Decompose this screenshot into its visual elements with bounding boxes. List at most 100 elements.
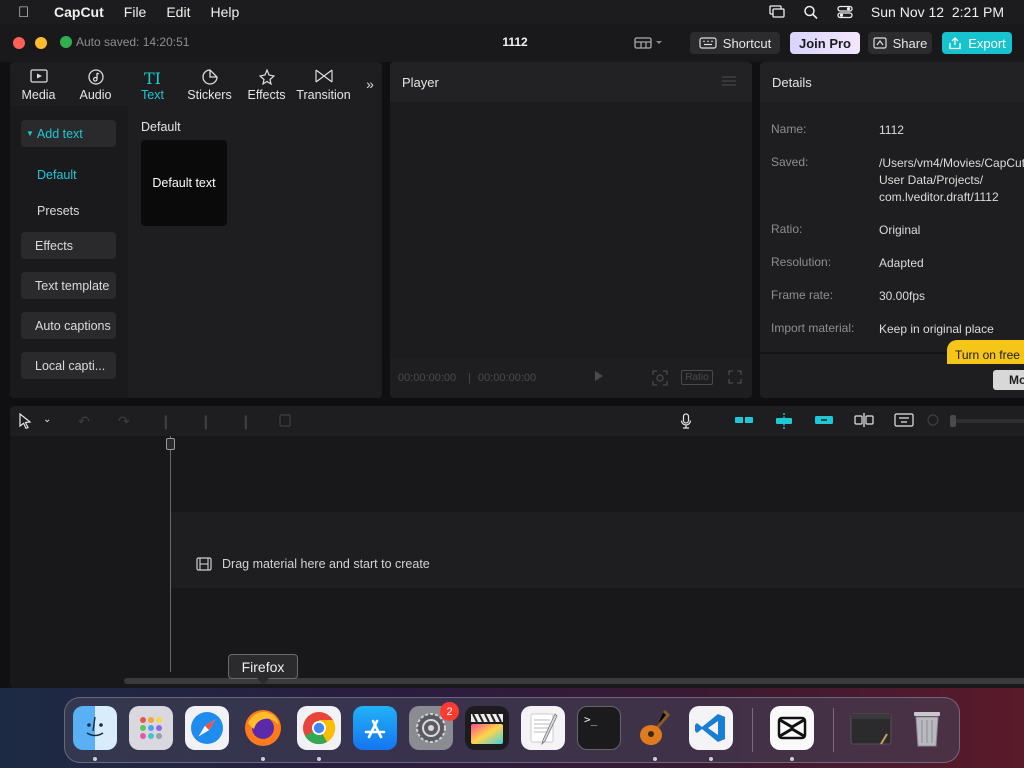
chrome-icon[interactable]	[297, 706, 341, 750]
sidenav-effects[interactable]: Effects	[21, 232, 116, 259]
sidenav-presets[interactable]: Presets	[37, 204, 79, 218]
finder-icon[interactable]	[73, 706, 117, 750]
auto-snapping-icon[interactable]	[774, 413, 794, 432]
textedit-icon[interactable]	[521, 706, 565, 750]
zoom-slider-handle[interactable]	[950, 415, 956, 427]
sidenav-text-template[interactable]: Text template	[21, 272, 116, 299]
menu-help[interactable]: Help	[210, 4, 239, 20]
zoom-timeline-icon[interactable]	[894, 413, 914, 430]
final-cut-pro-icon[interactable]	[465, 706, 509, 750]
redo-icon[interactable]: ↷	[118, 413, 130, 430]
apple-logo-icon[interactable]: 	[18, 4, 40, 21]
undo-icon[interactable]: ↶	[78, 413, 90, 430]
add-text-button[interactable]: ▼ Add text	[21, 120, 116, 147]
text-library-content: Default Default text	[128, 106, 382, 398]
more-tabs-icon[interactable]: »	[358, 62, 382, 106]
capcut-icon[interactable]	[770, 706, 814, 750]
detail-value: 30.00fps	[879, 289, 926, 303]
chevron-down-icon[interactable]: ⌄	[43, 414, 51, 425]
garageband-icon[interactable]	[633, 706, 677, 750]
share-label: Share	[892, 35, 928, 51]
dock-separator	[833, 708, 834, 752]
default-text-card[interactable]: Default text	[141, 140, 227, 226]
tab-text-label: Text	[141, 88, 164, 102]
split-left-icon[interactable]: ❙	[200, 413, 212, 430]
play-icon[interactable]	[594, 370, 604, 385]
section-title: Default	[141, 120, 181, 134]
microphone-icon[interactable]	[680, 413, 692, 432]
tab-audio[interactable]: Audio	[67, 62, 124, 106]
player-controls: 00:00:00:00 | 00:00:00:00 Ratio	[390, 358, 752, 398]
spotlight-search-icon[interactable]	[803, 5, 819, 20]
zoom-window-button[interactable]	[60, 36, 72, 48]
player-menu-icon[interactable]	[722, 75, 736, 90]
safari-icon[interactable]	[185, 706, 229, 750]
library-panel: Media Audio TI Text Stickers Effects Tra…	[10, 62, 382, 398]
firefox-running-dot	[261, 757, 265, 761]
trash-icon[interactable]	[905, 706, 949, 750]
vscode-icon[interactable]	[689, 706, 733, 750]
main-track-drop-zone[interactable]	[170, 512, 1024, 588]
drag-hint: Drag material here and start to create	[196, 557, 430, 571]
shortcut-button[interactable]: Shortcut	[690, 32, 780, 54]
detail-value: Keep in original place	[879, 322, 994, 336]
export-button[interactable]: Export	[942, 32, 1012, 54]
ratio-button[interactable]: Ratio	[681, 370, 713, 385]
firefox-icon[interactable]	[241, 706, 285, 750]
film-strip-icon	[196, 557, 212, 571]
menubar:  CapCut File Edit Help Sun Nov 12 2:21 …	[0, 0, 1024, 24]
tab-text[interactable]: TI Text	[124, 62, 181, 106]
player-canvas	[390, 102, 752, 358]
share-button[interactable]: Share	[868, 32, 932, 54]
app-store-icon[interactable]	[353, 706, 397, 750]
details-header: Details	[760, 62, 1024, 102]
split-right-icon[interactable]: ❙	[240, 413, 252, 430]
main-track-magnet-icon[interactable]	[734, 413, 754, 430]
share-icon	[873, 37, 887, 49]
fit-zoom-icon[interactable]	[652, 370, 668, 389]
player-header: Player	[390, 62, 752, 102]
detail-key: Name:	[771, 122, 807, 136]
detail-key: Resolution:	[771, 255, 832, 269]
split-icon[interactable]: ❙	[160, 413, 172, 430]
layout-switch-icon[interactable]	[634, 36, 666, 50]
screen-mirroring-icon[interactable]	[769, 5, 785, 19]
capcut-window: Auto saved: 14:20:51 1112 Shortcut Join …	[0, 24, 1024, 688]
tab-stickers[interactable]: Stickers	[181, 62, 238, 106]
terminal-icon[interactable]: >_	[577, 706, 621, 750]
zoom-slider[interactable]	[950, 415, 1024, 427]
minimized-window-icon[interactable]	[849, 706, 893, 750]
transition-icon	[314, 69, 333, 87]
notification-badge: 2	[440, 702, 459, 721]
menu-edit[interactable]: Edit	[166, 4, 190, 20]
drag-hint-text: Drag material here and start to create	[222, 557, 430, 571]
menu-file[interactable]: File	[124, 4, 147, 20]
join-pro-button[interactable]: Join Pro	[790, 32, 860, 54]
close-window-button[interactable]	[13, 37, 25, 49]
garageband-running-dot	[653, 757, 657, 761]
detail-value: Adapted	[879, 256, 924, 270]
launchpad-icon[interactable]	[129, 706, 173, 750]
fullscreen-icon[interactable]	[728, 370, 742, 387]
stickers-icon	[201, 69, 218, 87]
delete-icon[interactable]	[278, 413, 292, 430]
playhead-handle[interactable]	[166, 438, 175, 450]
modify-button[interactable]: Mo	[993, 370, 1024, 390]
select-cursor-icon[interactable]	[18, 412, 32, 432]
tab-transition[interactable]: Transition	[295, 62, 352, 106]
tab-effects[interactable]: Effects	[238, 62, 295, 106]
menubar-clock[interactable]: Sun Nov 12 2:21 PM	[871, 4, 1004, 20]
sidenav-default[interactable]: Default	[37, 168, 77, 182]
linkage-icon[interactable]	[814, 413, 834, 430]
tab-media[interactable]: Media	[10, 62, 67, 106]
preview-axis-icon[interactable]	[854, 413, 874, 430]
minimize-window-button[interactable]	[35, 37, 47, 49]
system-settings-icon[interactable]: 2	[409, 702, 459, 750]
sidenav-local-captions[interactable]: Local capti...	[21, 352, 116, 379]
turn-on-free-button[interactable]: Turn on free	[947, 340, 1024, 364]
playhead[interactable]	[170, 436, 171, 672]
sidenav-auto-captions[interactable]: Auto captions	[21, 312, 116, 339]
zoom-out-icon[interactable]	[927, 413, 939, 429]
menu-app-name[interactable]: CapCut	[54, 4, 104, 20]
control-center-icon[interactable]	[837, 5, 853, 19]
